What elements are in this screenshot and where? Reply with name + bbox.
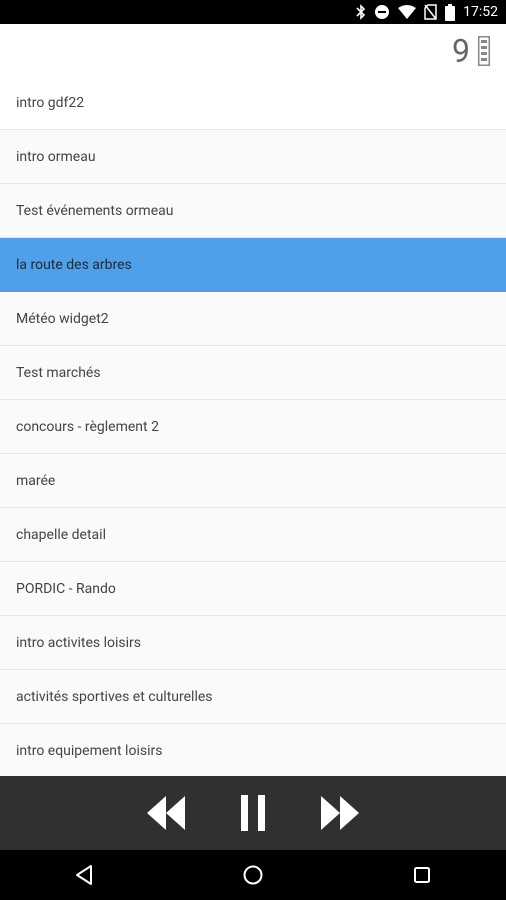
header: 9	[0, 24, 506, 76]
status-bar: 17:52	[0, 0, 506, 24]
no-sim-icon	[424, 4, 437, 20]
list-item[interactable]: chapelle detail	[0, 508, 506, 562]
list-item-label: la route des arbres	[16, 256, 132, 273]
player-controls	[0, 776, 506, 850]
list-item[interactable]: concours - règlement 2	[0, 400, 506, 454]
back-icon[interactable]	[54, 850, 114, 900]
list-item[interactable]: intro ormeau	[0, 130, 506, 184]
list-item-label: PORDIC - Rando	[16, 580, 116, 597]
list-item-label: intro equipement loisirs	[16, 742, 163, 759]
list-item[interactable]: marée	[0, 454, 506, 508]
list-item[interactable]: intro equipement loisirs	[0, 724, 506, 778]
list-item-label: Test événements ormeau	[16, 202, 174, 219]
list-item[interactable]: activités sportives et culturelles	[0, 670, 506, 724]
list-item-label: chapelle detail	[16, 526, 106, 543]
bluetooth-icon	[356, 4, 366, 20]
home-icon[interactable]	[223, 850, 283, 900]
item-counter: 9	[452, 32, 470, 70]
dnd-icon	[374, 4, 390, 20]
fast-forward-icon[interactable]	[321, 796, 359, 830]
wifi-icon	[398, 5, 417, 19]
list-item[interactable]: intro activites loisirs	[0, 616, 506, 670]
list-item[interactable]: PORDIC - Rando	[0, 562, 506, 616]
pause-icon[interactable]	[241, 795, 265, 831]
list-item-label: intro activites loisirs	[16, 634, 141, 651]
list-item-label: Météo widget2	[16, 310, 109, 327]
status-time: 17:52	[463, 4, 498, 20]
list-item-label: intro gdf22	[16, 94, 85, 111]
list-item-label: Test marchés	[16, 364, 101, 381]
list-item-label: marée	[16, 472, 56, 489]
playlist: intro gdf22 intro ormeau Test événements…	[0, 76, 506, 778]
list-item[interactable]: Météo widget2	[0, 292, 506, 346]
list-item-label: concours - règlement 2	[16, 418, 159, 435]
list-item[interactable]: intro gdf22	[0, 76, 506, 130]
list-item-label: intro ormeau	[16, 148, 96, 165]
battery-icon	[445, 3, 456, 21]
list-item-label: activités sportives et culturelles	[16, 688, 213, 705]
stack-icon[interactable]	[478, 36, 490, 66]
list-item-selected[interactable]: la route des arbres	[0, 238, 506, 292]
system-navbar	[0, 850, 506, 900]
list-item[interactable]: Test marchés	[0, 346, 506, 400]
list-item[interactable]: Test événements ormeau	[0, 184, 506, 238]
recents-icon[interactable]	[392, 850, 452, 900]
rewind-icon[interactable]	[147, 796, 185, 830]
